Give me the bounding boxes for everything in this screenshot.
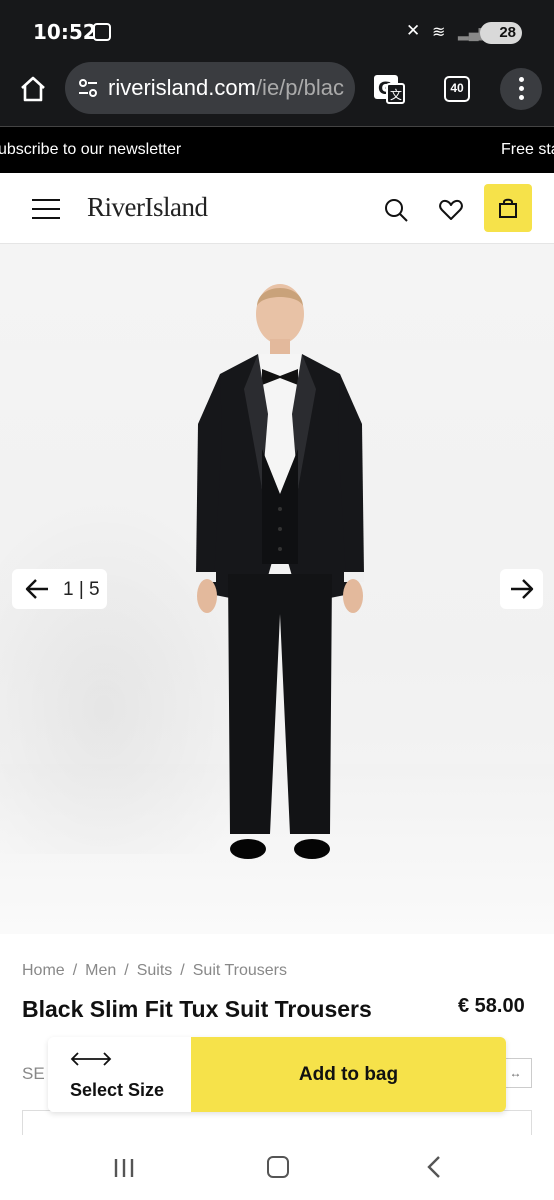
- breadcrumb-men[interactable]: Men: [85, 962, 116, 979]
- url-text: riverisland.com/ie/p/blac: [108, 75, 348, 101]
- url-path: /ie/p/blac: [255, 75, 344, 100]
- size-arrows-icon: [70, 1052, 112, 1066]
- sticky-add-to-bag-bar: Select Size Add to bag: [48, 1037, 506, 1112]
- breadcrumb-separator: /: [72, 962, 78, 979]
- breadcrumb-separator: /: [124, 962, 129, 979]
- url-domain: riverisland.com: [108, 75, 256, 100]
- select-size-label: Select Size: [70, 1080, 165, 1100]
- gallery-next-button[interactable]: [500, 569, 543, 609]
- newsletter-promo[interactable]: ubscribe to our newsletter: [0, 141, 181, 159]
- shipping-promo[interactable]: Free sta: [501, 141, 554, 159]
- status-bar: 10:52 ✕ ≋ ▂▄▆ 28: [0, 0, 554, 62]
- menu-icon[interactable]: [32, 199, 60, 219]
- mute-icon: ✕: [406, 21, 421, 40]
- add-to-bag-button[interactable]: Add to bag: [191, 1037, 506, 1112]
- size-section-label: SE: [22, 1064, 45, 1083]
- shopping-bag-icon: [499, 198, 517, 218]
- arrow-right-icon: [511, 579, 534, 599]
- breadcrumb-separator: /: [180, 962, 185, 979]
- shopping-bag-button[interactable]: [484, 184, 532, 232]
- wifi-icon: ≋: [432, 24, 446, 41]
- home-icon[interactable]: [18, 74, 48, 104]
- search-icon[interactable]: [383, 197, 409, 223]
- battery-indicator: 28: [480, 22, 522, 44]
- product-price: € 58.00: [458, 995, 525, 1017]
- breadcrumb-suit-trousers[interactable]: Suit Trousers: [193, 962, 287, 979]
- breadcrumb-home[interactable]: Home: [22, 962, 65, 979]
- tab-switcher-button[interactable]: 40: [444, 76, 470, 102]
- product-image-gallery[interactable]: 1 | 5: [0, 244, 554, 934]
- browser-toolbar: riverisland.com/ie/p/blac G 文 40: [0, 62, 554, 126]
- breadcrumb-suits[interactable]: Suits: [137, 962, 173, 979]
- promo-banner[interactable]: ubscribe to our newsletter Free sta: [0, 126, 554, 173]
- site-header: RiverIsland: [0, 173, 554, 244]
- svg-text:文: 文: [390, 87, 402, 102]
- more-options-icon[interactable]: [500, 68, 542, 110]
- status-time: 10:52: [33, 20, 97, 44]
- system-navigation-bar: [0, 1135, 554, 1200]
- gallery-counter: 1 | 5: [63, 579, 100, 600]
- screen-record-icon: [93, 23, 111, 41]
- home-nav-icon[interactable]: [267, 1156, 289, 1178]
- wishlist-heart-icon[interactable]: [438, 197, 464, 223]
- river-island-logo[interactable]: RiverIsland: [87, 192, 208, 223]
- gallery-prev-control[interactable]: 1 | 5: [12, 569, 107, 609]
- arrow-left-icon[interactable]: [24, 577, 50, 601]
- translate-icon[interactable]: G 文: [373, 74, 405, 104]
- back-nav-icon[interactable]: [425, 1155, 443, 1179]
- product-title: Black Slim Fit Tux Suit Trousers: [22, 996, 372, 1022]
- select-size-button[interactable]: Select Size: [48, 1037, 191, 1112]
- site-settings-icon[interactable]: [77, 77, 99, 99]
- breadcrumb: Home / Men / Suits / Suit Trousers: [22, 962, 287, 980]
- product-photo-model: [196, 284, 364, 859]
- recent-apps-icon[interactable]: [113, 1157, 135, 1179]
- url-bar[interactable]: riverisland.com/ie/p/blac: [65, 62, 355, 114]
